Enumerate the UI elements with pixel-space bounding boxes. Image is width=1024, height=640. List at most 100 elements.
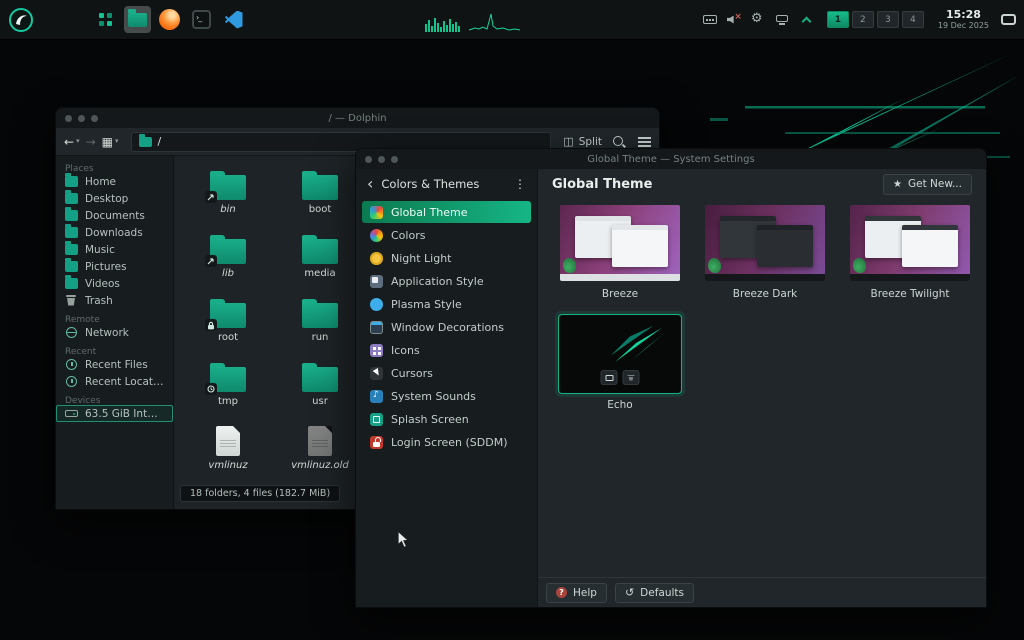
view-dropdown-icon[interactable]	[115, 138, 119, 145]
forward-button[interactable]	[86, 136, 96, 148]
system-monitor-widget[interactable]	[425, 8, 521, 32]
titlebar-button[interactable]	[78, 115, 85, 122]
hamburger-menu-icon[interactable]	[638, 136, 651, 147]
application-style-category[interactable]: Application Style	[362, 270, 531, 292]
breeze-twilight-theme-card[interactable]: Breeze Twilight	[850, 205, 970, 300]
places-entry[interactable]: Places	[56, 158, 173, 173]
places-entry[interactable]: Recent Locations	[56, 373, 173, 390]
icons-category[interactable]: Icons	[362, 339, 531, 361]
konsole-taskbar-button[interactable]	[188, 6, 215, 33]
display-icon[interactable]	[775, 13, 789, 27]
preview-panel	[560, 274, 680, 281]
overflow-menu-icon[interactable]	[514, 177, 526, 191]
help-button[interactable]: Help	[546, 583, 607, 603]
application-style-icon	[370, 275, 383, 288]
tray-expander-icon[interactable]	[799, 13, 813, 27]
file-item[interactable]: bin	[182, 166, 274, 230]
places-entry[interactable]: Remote	[56, 309, 173, 324]
titlebar-button[interactable]	[378, 156, 385, 163]
pictures-icon	[65, 261, 78, 272]
splash-screen-category[interactable]: Splash Screen	[362, 408, 531, 430]
places-entry[interactable]: Recent	[56, 341, 173, 356]
night-light-category[interactable]: Night Light	[362, 247, 531, 269]
app-grid-taskbar-button[interactable]	[92, 6, 119, 33]
back-icon[interactable]	[367, 176, 373, 192]
back-dropdown-icon[interactable]	[76, 138, 80, 145]
places-entry[interactable]: 63.5 GiB Internal Dr…	[56, 405, 173, 422]
file-item[interactable]: vmlinuz.old	[274, 422, 366, 486]
volume-muted-icon[interactable]	[727, 13, 741, 27]
places-entry[interactable]: Recent Files	[56, 356, 173, 373]
plasma-style-category[interactable]: Plasma Style	[362, 293, 531, 315]
workspace-button[interactable]: 1	[827, 11, 849, 28]
file-item[interactable]: media	[274, 230, 366, 294]
workspace-button[interactable]: 4	[902, 11, 924, 28]
echo-theme-card[interactable]: Echo	[560, 316, 680, 411]
colors-category[interactable]: Colors	[362, 224, 531, 246]
theme-file-button[interactable]	[601, 370, 618, 385]
file-item[interactable]: boot	[274, 166, 366, 230]
file-item[interactable]: vmlinuz	[182, 422, 274, 486]
file-item[interactable]: lib	[182, 230, 274, 294]
places-entry[interactable]: Network	[56, 324, 173, 341]
recent-files-icon	[65, 359, 78, 370]
firefox-taskbar-button[interactable]	[156, 6, 183, 33]
search-icon[interactable]	[612, 135, 626, 149]
places-entry[interactable]: Music	[56, 241, 173, 258]
places-entry[interactable]: Videos	[56, 275, 173, 292]
music-icon	[65, 244, 78, 255]
places-entry[interactable]: Pictures	[56, 258, 173, 275]
global-theme-category[interactable]: Global Theme	[362, 201, 531, 223]
get-new-button[interactable]: Get New...	[883, 174, 972, 195]
theme-grid: Breeze	[538, 199, 976, 411]
dolphin-taskbar-button[interactable]	[124, 6, 151, 33]
breeze-dark-theme-card[interactable]: Breeze Dark	[705, 205, 825, 300]
settings-gear-icon[interactable]	[751, 13, 765, 27]
titlebar-button[interactable]	[65, 115, 72, 122]
places-entry[interactable]: Devices	[56, 390, 173, 405]
file-item[interactable]: usr	[274, 358, 366, 422]
file-icon	[216, 426, 240, 456]
places-entry[interactable]: Desktop	[56, 190, 173, 207]
file-grid: bin	[182, 166, 366, 486]
vscode-taskbar-button[interactable]	[220, 6, 247, 33]
breeze-theme-card[interactable]: Breeze	[560, 205, 680, 300]
clock-widget[interactable]: 15:28 19 Dec 2025	[938, 8, 989, 31]
cursors-category[interactable]: Cursors	[362, 362, 531, 384]
help-icon	[556, 587, 567, 598]
back-button[interactable]	[64, 136, 74, 148]
plasma-style-icon	[370, 298, 383, 311]
titlebar-button[interactable]	[391, 156, 398, 163]
defaults-button[interactable]: Defaults	[615, 583, 694, 603]
system-sounds-category[interactable]: System Sounds	[362, 385, 531, 407]
file-item[interactable]: root	[182, 294, 274, 358]
settings-titlebar[interactable]: Global Theme — System Settings	[356, 149, 986, 169]
mouse-cursor	[397, 530, 410, 549]
vscode-icon	[225, 11, 243, 29]
titlebar-button[interactable]	[365, 156, 372, 163]
videos-icon	[65, 278, 78, 289]
workspace-button[interactable]: 3	[877, 11, 899, 28]
dolphin-titlebar[interactable]: / — Dolphin	[56, 108, 659, 128]
preview-window	[757, 225, 813, 267]
places-entry[interactable]: Home	[56, 173, 173, 190]
file-item[interactable]: tmp	[182, 358, 274, 422]
theme-name: Breeze	[560, 288, 680, 300]
preview-actions	[601, 370, 640, 385]
places-entry[interactable]: Downloads	[56, 224, 173, 241]
titlebar-button[interactable]	[91, 115, 98, 122]
folder-icon	[302, 367, 338, 392]
file-item[interactable]: run	[274, 294, 366, 358]
theme-remove-button[interactable]	[623, 370, 640, 385]
view-mode-button[interactable]	[102, 136, 113, 148]
keyboard-icon[interactable]	[703, 13, 717, 27]
places-entry[interactable]: Documents	[56, 207, 173, 224]
login-screen-sddm-category[interactable]: Login Screen (SDDM)	[362, 431, 531, 453]
split-button[interactable]: Split	[563, 135, 602, 148]
downloads-icon	[65, 227, 78, 238]
show-desktop-button[interactable]	[1001, 14, 1016, 25]
places-entry[interactable]: Trash	[56, 292, 173, 309]
launcher-icon[interactable]	[8, 7, 34, 33]
window-decorations-category[interactable]: Window Decorations	[362, 316, 531, 338]
workspace-button[interactable]: 2	[852, 11, 874, 28]
